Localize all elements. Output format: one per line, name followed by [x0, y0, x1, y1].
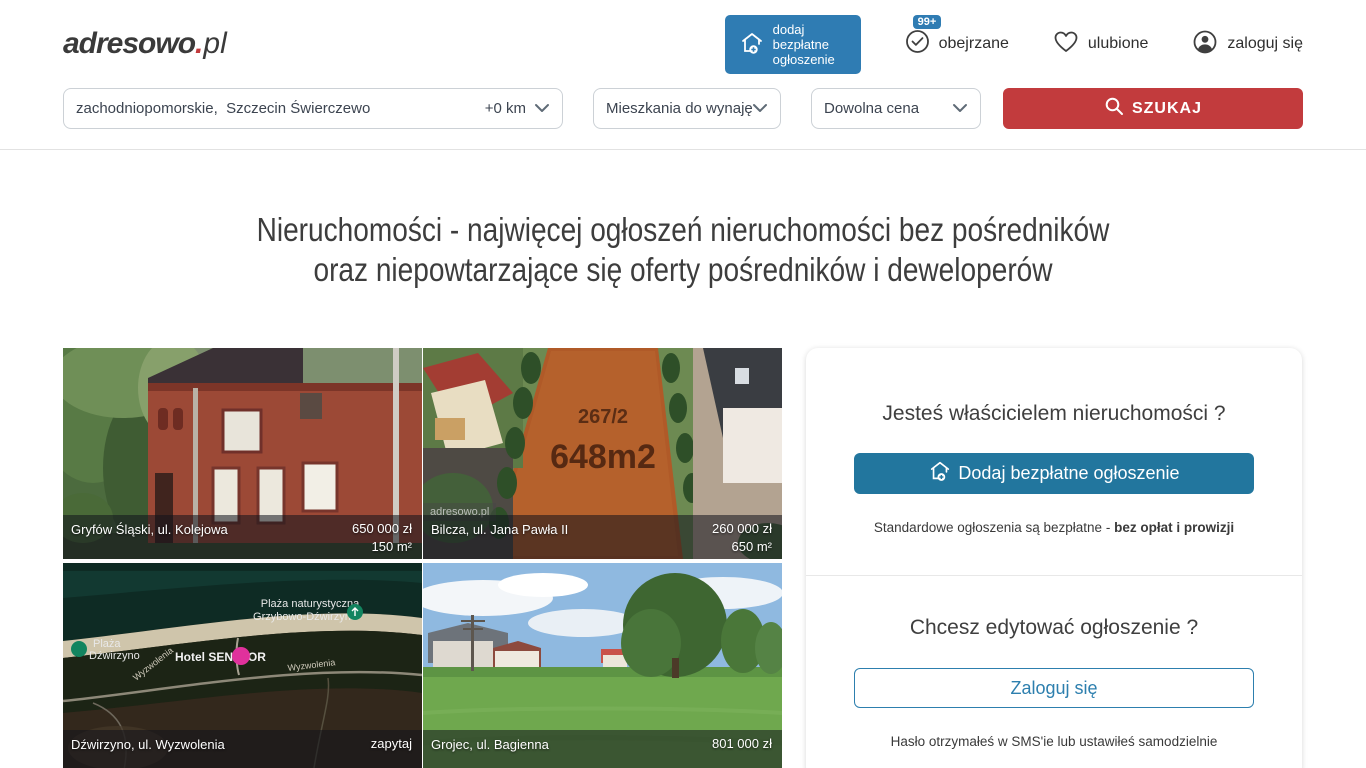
listing-card-grojec[interactable]: Grojec, ul. Bagienna 801 000 zł	[423, 563, 782, 768]
logo-text-main: adresowo	[63, 27, 195, 61]
listing-price: 650 000 zł	[352, 521, 412, 536]
login-label: zaloguj się	[1227, 35, 1303, 53]
plot-size-label: 648m2	[550, 438, 656, 476]
logo[interactable]: adresowo.pl	[63, 27, 227, 61]
user-icon	[1192, 29, 1218, 60]
location-value: zachodniopomorskie, Szczecin Świerczewo	[76, 100, 370, 117]
listing-caption: Gryfów Śląski, ul. Kolejowa 650 000 zł 1…	[63, 515, 422, 559]
house-plus-icon	[928, 459, 952, 488]
map-label-beach1-line2: Grzybowo-Dźwirzyno	[253, 611, 357, 623]
radius-value: +0 km	[485, 100, 526, 117]
viewed-count-badge: 99+	[913, 15, 942, 29]
category-select[interactable]: Mieszkania do wynajęcia	[593, 88, 781, 129]
owner-note: Standardowe ogłoszenia są bezpłatne - be…	[854, 520, 1254, 535]
page-title-line2: oraz niepowtarzające się oferty pośredni…	[313, 251, 1052, 288]
viewed-button[interactable]: 99+ obejrzane	[905, 29, 1009, 59]
listing-location: Gryfów Śląski, ul. Kolejowa	[71, 520, 228, 555]
page-title-line1: Nieruchomości - najwięcej ogłoszeń nieru…	[257, 211, 1110, 248]
add-listing-label: dodaj bezpłatne ogłoszenie	[773, 22, 847, 67]
listing-area: 150 m²	[372, 539, 412, 554]
price-value: Dowolna cena	[824, 100, 919, 117]
map-label-beach1-line1: Plaża naturystyczna	[261, 598, 360, 610]
edit-note: Hasło otrzymałeś w SMS'ie lub ustawiłeś …	[854, 734, 1254, 749]
listing-price: zapytaj	[371, 736, 412, 751]
listing-caption: Bilcza, ul. Jana Pawła II 260 000 zł 650…	[423, 515, 782, 559]
login-button[interactable]: zaloguj się	[1192, 29, 1303, 60]
category-value: Mieszkania do wynajęcia	[606, 100, 752, 117]
site-header: adresowo.pl dodaj bezpłatne ogłoszenie	[0, 0, 1366, 150]
search-submit-label: SZUKAJ	[1132, 100, 1202, 118]
listing-card-dzwirzyno[interactable]: Plaża naturystyczna Grzybowo-Dźwirzyno P…	[63, 563, 422, 768]
listing-area: 650 m²	[732, 539, 772, 554]
favorites-label: ulubione	[1088, 35, 1149, 53]
owner-panel: Jesteś właścicielem nieruchomości ? Doda…	[806, 348, 1302, 768]
listing-card-bilcza[interactable]: 267/2 648m2 adresowo.pl Bilcza, ul. Jana…	[423, 348, 782, 559]
sidebar-add-listing-label: Dodaj bezpłatne ogłoszenie	[958, 463, 1179, 484]
map-hotel-marker-icon	[232, 647, 250, 665]
owner-note-bold: bez opłat i prowizji	[1114, 520, 1234, 535]
search-bar: zachodniopomorskie, Szczecin Świerczewo …	[63, 88, 1303, 149]
sidebar-add-listing-button[interactable]: Dodaj bezpłatne ogłoszenie	[854, 453, 1254, 494]
logo-text-tld: pl	[203, 27, 226, 61]
owner-note-text: Standardowe ogłoszenia są bezpłatne -	[874, 520, 1114, 535]
map-beach-marker-icon	[71, 641, 87, 657]
check-circle-icon	[905, 29, 930, 59]
page-title: Nieruchomości - najwięcej ogłoszeń nieru…	[156, 210, 1210, 290]
plot-parcel-label: 267/2	[578, 406, 628, 428]
edit-heading: Chcesz edytować ogłoszenie ?	[854, 616, 1254, 640]
chevron-down-icon	[534, 100, 550, 117]
price-select[interactable]: Dowolna cena	[811, 88, 981, 129]
listings-grid: Gryfów Śląski, ul. Kolejowa 650 000 zł 1…	[63, 348, 782, 768]
listing-caption: Grojec, ul. Bagienna 801 000 zł	[423, 730, 782, 768]
listing-caption: Dźwirzyno, ul. Wyzwolenia zapytaj	[63, 730, 422, 768]
listing-card-gryfow[interactable]: Gryfów Śląski, ul. Kolejowa 650 000 zł 1…	[63, 348, 422, 559]
map-label-beach2-line2: Dźwirzyno	[89, 650, 140, 662]
favorites-button[interactable]: ulubione	[1053, 30, 1149, 59]
listing-price: 260 000 zł	[712, 521, 772, 536]
edit-section: Chcesz edytować ogłoszenie ? Zaloguj się…	[806, 575, 1302, 768]
owner-heading: Jesteś właścicielem nieruchomości ?	[854, 402, 1254, 426]
map-label-beach2-line1: Plaża	[93, 638, 121, 650]
listing-location: Grojec, ul. Bagienna	[431, 735, 549, 768]
sidebar-login-button[interactable]: Zaloguj się	[854, 668, 1254, 708]
map-label-hotel: Hotel SENATOR	[175, 650, 266, 664]
house-plus-icon	[739, 30, 765, 59]
chevron-down-icon	[952, 100, 968, 117]
owner-section: Jesteś właścicielem nieruchomości ? Doda…	[806, 348, 1302, 575]
listing-location: Bilcza, ul. Jana Pawła II	[431, 520, 568, 555]
listing-price: 801 000 zł	[712, 736, 772, 751]
location-input[interactable]: zachodniopomorskie, Szczecin Świerczewo …	[63, 88, 563, 129]
chevron-down-icon	[752, 100, 768, 117]
listing-location: Dźwirzyno, ul. Wyzwolenia	[71, 735, 225, 768]
add-listing-button[interactable]: dodaj bezpłatne ogłoszenie	[725, 15, 861, 74]
viewed-label: obejrzane	[939, 35, 1009, 53]
search-submit-button[interactable]: SZUKAJ	[1003, 88, 1303, 129]
heart-icon	[1053, 30, 1079, 59]
search-icon	[1104, 96, 1124, 121]
